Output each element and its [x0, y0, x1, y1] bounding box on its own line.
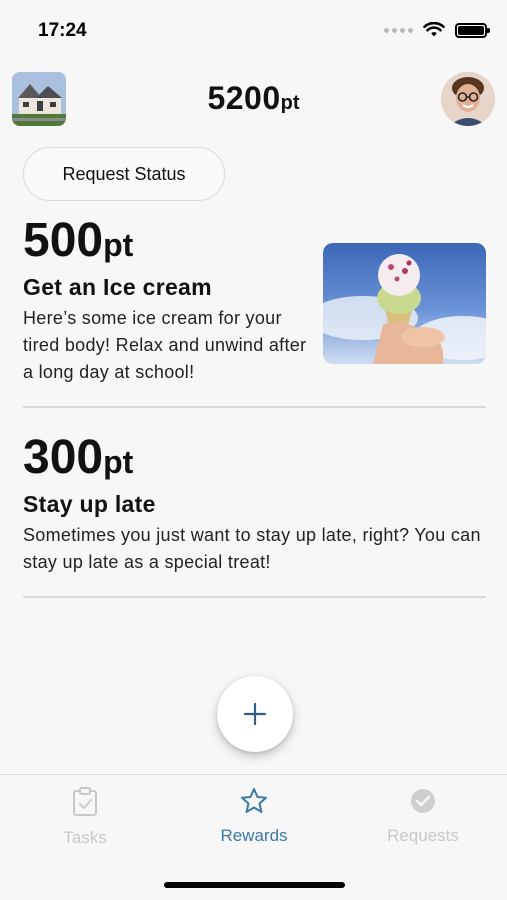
- chat-check-icon: [411, 789, 435, 813]
- tab-tasks-label: Tasks: [63, 828, 107, 847]
- user-avatar[interactable]: [441, 72, 495, 126]
- reward-points-unit: pt: [103, 227, 134, 263]
- plus-icon: [243, 702, 267, 726]
- tab-rewards[interactable]: Rewards: [184, 787, 324, 846]
- reward-title: Stay up late: [23, 491, 156, 517]
- tab-rewards-label: Rewards: [220, 826, 288, 845]
- reward-points-value: 300: [23, 431, 104, 484]
- points-total-unit: pt: [280, 92, 300, 114]
- profile-photo: [441, 72, 495, 126]
- tab-requests[interactable]: Requests: [353, 787, 493, 846]
- reward-description: Here’s some ice cream for your tired bod…: [23, 308, 307, 382]
- add-reward-button[interactable]: [217, 676, 293, 752]
- status-bar: 17:24: [0, 0, 507, 60]
- star-icon: [241, 788, 267, 813]
- request-status-button[interactable]: Request Status: [23, 147, 225, 201]
- points-total-value: 5200: [207, 80, 281, 116]
- home-indicator[interactable]: [164, 882, 345, 888]
- reward-points: 300pt: [23, 430, 486, 485]
- points-total: 5200pt: [0, 80, 507, 117]
- divider: [23, 406, 486, 408]
- status-time: 17:24: [38, 20, 87, 41]
- battery-icon: [455, 22, 490, 38]
- header: 5200pt: [0, 70, 507, 126]
- clipboard-check-icon: [73, 787, 97, 816]
- reward-points-value: 500: [23, 214, 104, 267]
- reward-description: Sometimes you just want to stay up late,…: [23, 525, 481, 572]
- divider: [23, 596, 486, 598]
- tab-requests-label: Requests: [387, 826, 459, 845]
- tab-tasks[interactable]: Tasks: [15, 787, 155, 848]
- request-status-label: Request Status: [62, 163, 186, 184]
- signal-icon: [384, 27, 413, 33]
- wifi-icon: [423, 22, 445, 37]
- reward-card[interactable]: 500pt Get an Ice cream Here’s some ice c…: [23, 213, 486, 386]
- reward-card[interactable]: 300pt Stay up late Sometimes you just wa…: [23, 430, 486, 576]
- reward-points-unit: pt: [103, 444, 134, 480]
- ice-cream-image: [323, 243, 486, 364]
- status-icons: [384, 22, 490, 38]
